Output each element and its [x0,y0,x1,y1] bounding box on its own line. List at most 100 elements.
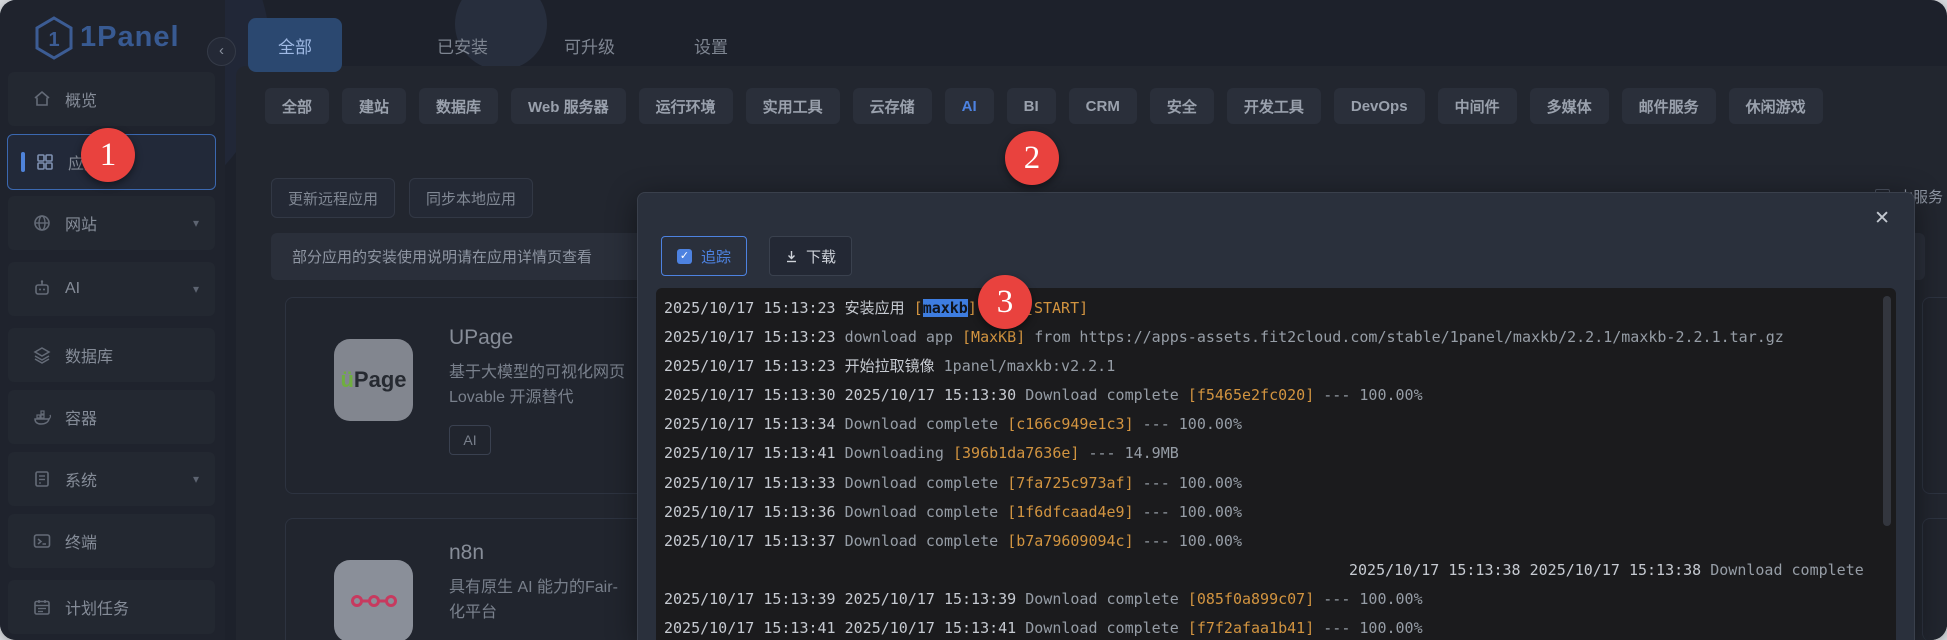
log-line: 2025/10/17 15:13:33 Download complete [7… [664,469,1888,498]
close-icon[interactable]: ✕ [1874,209,1890,228]
log-segment: --- 100.00% [1133,473,1242,492]
log-segment: 2025/10/17 15:13:37 [664,531,845,550]
log-segment: 2025/10/17 15:13:23 [664,328,845,347]
category-chip-DevOps[interactable]: DevOps [1333,88,1425,124]
app-desc-line1: 基于大模型的可视化网页 [449,364,626,381]
sidebar-item-label: 容器 [65,411,98,428]
sidebar-item-计划任务[interactable]: 计划任务 [8,580,215,634]
log-segment: 2025/10/17 15:13:30 2025/10/17 15:13:30 [664,386,1026,405]
chevron-down-icon: ▾ [192,216,199,230]
whale-icon [32,407,52,427]
category-chip-中间件[interactable]: 中间件 [1437,88,1517,124]
sidebar-item-label: 系统 [65,473,98,490]
category-chip-休闲游戏[interactable]: 休闲游戏 [1728,88,1823,124]
sidebar-item-AI[interactable]: AI ▾ [8,262,215,316]
category-chip-CRM[interactable]: CRM [1068,88,1137,124]
category-chip-数据库[interactable]: 数据库 [419,88,499,124]
sidebar-collapse-button[interactable]: ‹ [207,37,236,66]
log-segment: ] [967,299,977,317]
sidebar: 1 1Panel 概览应用商店网站▾AI▾数据库容器系统▾终端计划任务 [0,0,225,640]
chevron-down-icon: ▾ [192,472,199,486]
category-chip-建站[interactable]: 建站 [342,88,407,124]
log-segment: 2025/10/17 15:13:36 [664,502,845,521]
category-chip-邮件服务[interactable]: 邮件服务 [1621,88,1716,124]
svg-text:1: 1 [48,29,59,51]
log-segment: Download complete [844,473,1008,492]
log-segment: --- 100.00% [1133,531,1242,550]
log-line: 2025/10/17 15:13:38 2025/10/17 15:13:38 … [664,556,1888,585]
app-tag-ai: AI [449,425,491,455]
log-segment: Downloading [844,444,953,463]
log-segment: 2025/10/17 15:13:34 [664,415,845,434]
install-log-terminal[interactable]: 2025/10/17 15:13:23 安装应用 [maxkb] 开始 [STA… [656,288,1896,640]
layers-icon [32,345,52,365]
log-segment: [START] [1024,299,1089,317]
log-line: 2025/10/17 15:13:30 2025/10/17 15:13:30 … [664,381,1888,410]
log-line: 2025/10/17 15:13:37 Download complete [b… [664,527,1888,556]
category-chip-云存储[interactable]: 云存储 [852,88,932,124]
log-line: 2025/10/17 15:13:23 download app [MaxKB]… [664,323,1888,352]
category-chip-运行环境[interactable]: 运行环境 [638,88,733,124]
log-segment: 2025/10/17 15:13:33 [664,473,845,492]
download-log-button[interactable]: 下载 [769,236,853,276]
sidebar-item-label: 计划任务 [65,601,130,618]
tab-已安装[interactable]: 已安装 [407,18,518,72]
tab-全部[interactable]: 全部 [248,18,342,72]
tab-可升级[interactable]: 可升级 [534,18,645,72]
log-segment: 2025/10/17 15:13:38 2025/10/17 15:13:38 [1349,560,1711,579]
sidebar-item-label: 数据库 [65,349,114,366]
category-chip-多媒体[interactable]: 多媒体 [1529,88,1609,124]
log-segment: Download complete [1025,619,1188,638]
sync-local-apps-button[interactable]: 同步本地应用 [409,178,534,218]
download-label: 下载 [806,248,837,266]
sidebar-item-系统[interactable]: 系统 ▾ [8,452,215,506]
log-line: 2025/10/17 15:13:23 开始拉取镜像 1panel/maxkb:… [664,352,1888,381]
annotation-badge-3: 3 [978,275,1032,329]
log-segment: [c166c949e1c3] [1007,415,1134,434]
sidebar-item-终端[interactable]: 终端 [8,514,215,568]
category-chip-Web 服务器[interactable]: Web 服务器 [511,88,626,124]
sidebar-item-label: 网站 [65,217,98,234]
log-segment: [1f6dfcaad4e9] [1007,502,1134,521]
sidebar-item-网站[interactable]: 网站 ▾ [8,196,215,250]
update-remote-apps-button[interactable]: 更新远程应用 [271,178,396,218]
log-segment: Download complete [1025,589,1188,608]
upage-app-icon: üPage [334,339,413,421]
log-segment: --- 100.00% [1314,589,1423,608]
sidebar-item-label: AI [65,280,81,297]
sidebar-item-容器[interactable]: 容器 [8,390,215,444]
category-chip-安全[interactable]: 安全 [1149,88,1214,124]
log-segment: 2025/10/17 15:13:41 2025/10/17 15:13:41 [664,619,1026,638]
category-chip-AI[interactable]: AI [944,88,994,124]
log-segment: download app [844,328,963,347]
log-segment: 2025/10/17 15:13:41 [664,444,845,463]
sidebar-item-概览[interactable]: 概览 [8,72,215,126]
n8n-app-icon [334,560,413,640]
log-segment: 2025/10/17 15:13:23 安装应用 [664,299,914,317]
terminal-scrollbar-thumb[interactable] [1883,296,1891,526]
sidebar-item-数据库[interactable]: 数据库 [8,328,215,382]
app-card-clipped-right [1922,297,1947,494]
category-chip-开发工具[interactable]: 开发工具 [1226,88,1321,124]
app-title: n8n [449,541,485,564]
log-segment: [7fa725c973af] [1007,473,1134,492]
grid-icon [35,152,55,172]
active-accent-bar [21,152,25,172]
log-segment: --- 100.00% [1314,619,1423,638]
tab-设置[interactable]: 设置 [664,18,758,72]
log-segment: Download complete [1025,386,1188,405]
log-line: 2025/10/17 15:13:23 安装应用 [maxkb] 开始 [STA… [664,294,1888,323]
checkbox-checked-icon[interactable]: ✓ [677,248,692,264]
log-line: 2025/10/17 15:13:36 Download complete [1… [664,498,1888,527]
install-log-dialog: ✕ ✓ 追踪 下载 2025/10/17 15:13:23 安装应用 [maxk… [637,192,1915,640]
category-chip-实用工具[interactable]: 实用工具 [745,88,840,124]
log-segment: [MaxKB] [962,328,1026,347]
category-chip-BI[interactable]: BI [1006,88,1056,124]
trace-toggle-button[interactable]: ✓ 追踪 [661,236,748,276]
log-line: 2025/10/17 15:13:41 Downloading [396b1da… [664,439,1888,468]
terminal-icon [32,531,52,551]
log-segment: [ [913,299,923,317]
category-chip-全部[interactable]: 全部 [265,88,330,124]
annotation-badge-2: 2 [1005,131,1059,185]
app-desc-line2: Lovable 开源替代 [449,389,574,406]
